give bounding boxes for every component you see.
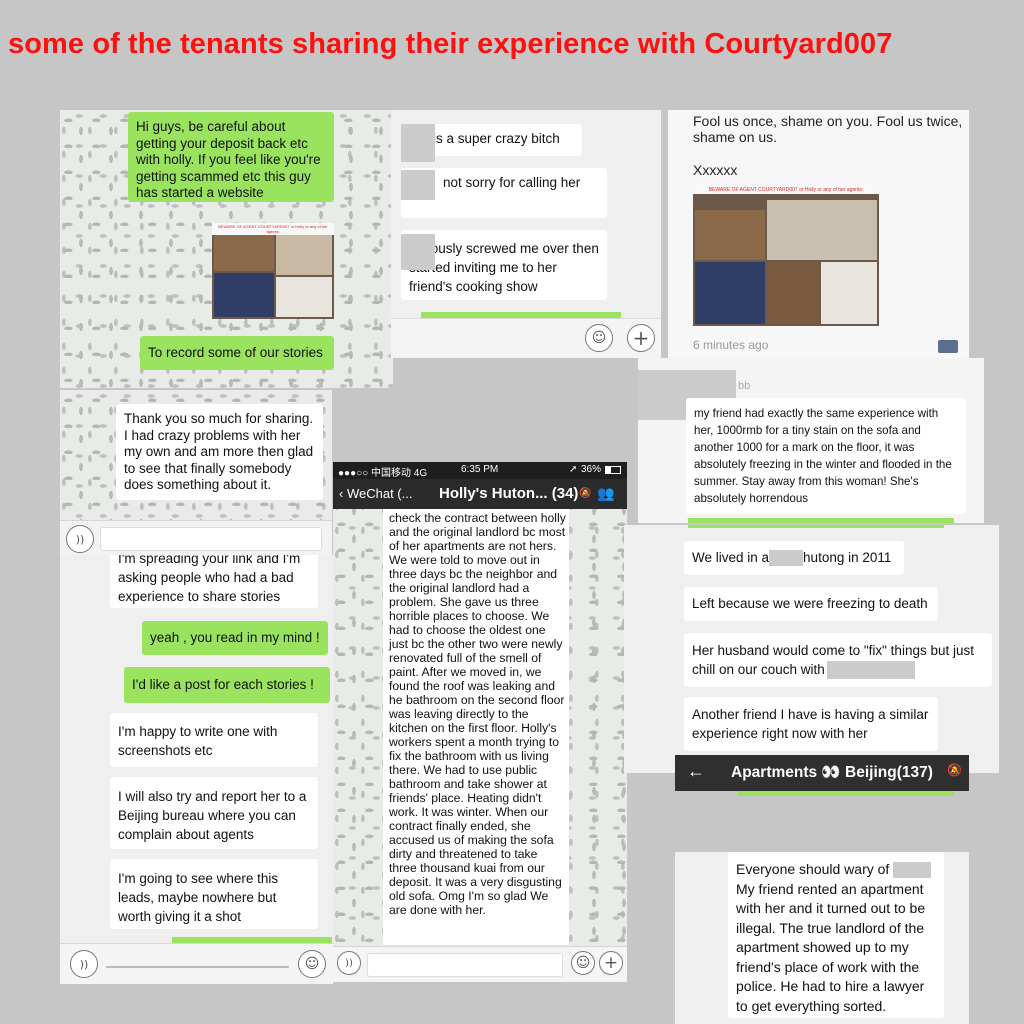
message-bubble: Everyone should wary of My friend rented… xyxy=(728,852,944,1018)
preview-banner: BEWARE OF AGENT COURTYARD007 or Holly or… xyxy=(212,223,334,235)
chat-screenshot-1: Hi guys, be careful about getting your d… xyxy=(60,110,393,388)
message-text: check the contract between holly and the… xyxy=(389,511,566,917)
back-arrow-icon[interactable]: ← xyxy=(687,761,705,782)
group-header-bar: ← Apartments 👀 Beijing(137) 🔕 xyxy=(675,755,969,791)
emoji-icon[interactable]: ☺ xyxy=(571,951,595,975)
chat-screenshot-6: We lived in a hutong in 2011 Left because… xyxy=(624,525,999,773)
message-bubble: check the contract between holly and the… xyxy=(383,509,569,945)
post-image: BEWARE OF AGENT COURTYARD007 or Holly or… xyxy=(693,186,879,326)
voice-icon[interactable]: )) xyxy=(337,951,361,975)
message-text: My friend rented an apartment with her a… xyxy=(736,880,926,1014)
group-title: Apartments 👀 Beijing(137) xyxy=(731,764,933,781)
battery-text: 36% xyxy=(581,464,602,475)
status-bar: ●●●○○ 中国移动 4G 6:35 PM ➚ 36% xyxy=(333,462,627,479)
green-bubble-edge xyxy=(688,525,944,528)
sender-name: bb xyxy=(738,380,751,392)
plus-icon[interactable]: + xyxy=(599,951,623,975)
mute-icon: 🔕 xyxy=(947,763,962,777)
message-bubble: I'm happy to write one with screenshots … xyxy=(110,713,318,767)
location-icon: ➚ xyxy=(569,464,578,475)
message-bubble: Hi guys, be careful about getting your d… xyxy=(128,112,334,202)
input-bar: ☺ + xyxy=(391,318,661,358)
redaction-box xyxy=(401,234,435,270)
voice-icon[interactable]: )) xyxy=(66,525,94,553)
group-members-icon[interactable]: 👥 xyxy=(597,485,614,502)
post-text: Fool us once, shame on you. Fool us twic… xyxy=(693,113,963,145)
mute-icon: 🔕 xyxy=(579,488,592,499)
emoji-icon[interactable]: ☺ xyxy=(585,324,613,352)
plus-icon[interactable]: + xyxy=(627,324,655,352)
phone-screenshot: ●●●○○ 中国移动 4G 6:35 PM ➚ 36% ‹ WeChat (..… xyxy=(333,462,627,982)
input-bar: )) xyxy=(60,520,332,555)
voice-icon[interactable]: )) xyxy=(70,950,98,978)
message-bubble: I'm going to see where this leads, maybe… xyxy=(110,859,318,929)
image-banner: BEWARE OF AGENT COURTYARD007 or Holly or… xyxy=(693,186,879,194)
message-text: We lived in a xyxy=(692,550,770,565)
input-bar: )) ☺ xyxy=(60,943,333,984)
chat-header: ‹ WeChat (... Holly's Huton... (34) 🔕 👥 xyxy=(333,479,627,509)
message-bubble: I'm spreading your link and I'm asking p… xyxy=(110,555,318,608)
battery-icon xyxy=(605,466,621,474)
post-time: 6 minutes ago xyxy=(693,338,769,352)
comment-icon[interactable] xyxy=(938,340,958,353)
message-bubble: my friend had exactly the same experienc… xyxy=(686,398,966,514)
chat-screenshot-5: I'm spreading your link and I'm asking p… xyxy=(60,555,333,984)
headline: some of the tenants sharing their experi… xyxy=(8,28,893,60)
clock-text: 6:35 PM xyxy=(461,464,499,475)
chat-screenshot-2: is a super crazy bitch not sorry for cal… xyxy=(391,110,661,358)
redaction-box xyxy=(401,170,435,200)
message-bubble: Her husband would come to "fix" things b… xyxy=(684,633,992,687)
emoji-icon[interactable]: ☺ xyxy=(298,950,326,978)
green-bubble-edge xyxy=(738,791,954,796)
carrier-text: ●●●○○ 中国移动 4G xyxy=(338,468,428,479)
message-bubble: I will also try and report her to a Beij… xyxy=(110,777,318,849)
chat-screenshot-1b: Thank you so much for sharing. I had cra… xyxy=(60,390,332,555)
redaction-box xyxy=(826,661,915,680)
message-text: seriously screwed me over then started i… xyxy=(409,241,599,294)
back-button[interactable]: ‹ WeChat (... xyxy=(339,486,412,501)
green-bubble-edge xyxy=(688,518,954,523)
message-text: Everyone should wary of xyxy=(736,861,890,877)
moments-screenshot: Fool us once, shame on you. Fool us twic… xyxy=(668,110,969,358)
message-bubble: yeah , you read in my mind ! xyxy=(142,621,328,655)
message-input[interactable] xyxy=(106,966,289,968)
post-signature: Xxxxxx xyxy=(693,162,738,178)
message-bubble: Thank you so much for sharing. I had cra… xyxy=(116,404,323,500)
message-bubble: Another friend I have is having a simila… xyxy=(684,697,938,751)
message-bubble: I'd like a post for each stories ! xyxy=(124,667,330,703)
message-bubble: Left because we were freezing to death xyxy=(684,587,938,621)
message-bubble: To record some of our stories xyxy=(140,336,334,370)
message-text: hutong in 2011 xyxy=(803,550,892,565)
message-input[interactable] xyxy=(367,953,563,977)
chat-screenshot-7: Everyone should wary of My friend rented… xyxy=(675,852,969,1024)
message-input[interactable] xyxy=(100,527,322,551)
message-bubble: We lived in a hutong in 2011 xyxy=(684,541,904,575)
chat-title: Holly's Huton... (34) xyxy=(439,485,579,502)
redaction-box xyxy=(769,550,804,567)
message-text: is a super crazy bitch xyxy=(433,131,560,146)
website-preview-image: BEWARE OF AGENT COURTYARD007 or Holly or… xyxy=(212,223,334,319)
redaction-box xyxy=(893,862,932,879)
input-bar: )) ☺ + xyxy=(333,946,627,982)
redaction-box xyxy=(401,124,435,162)
chat-screenshot-4: bb my friend had exactly the same experi… xyxy=(638,358,984,523)
message-text: not sorry for calling her xyxy=(443,175,581,190)
